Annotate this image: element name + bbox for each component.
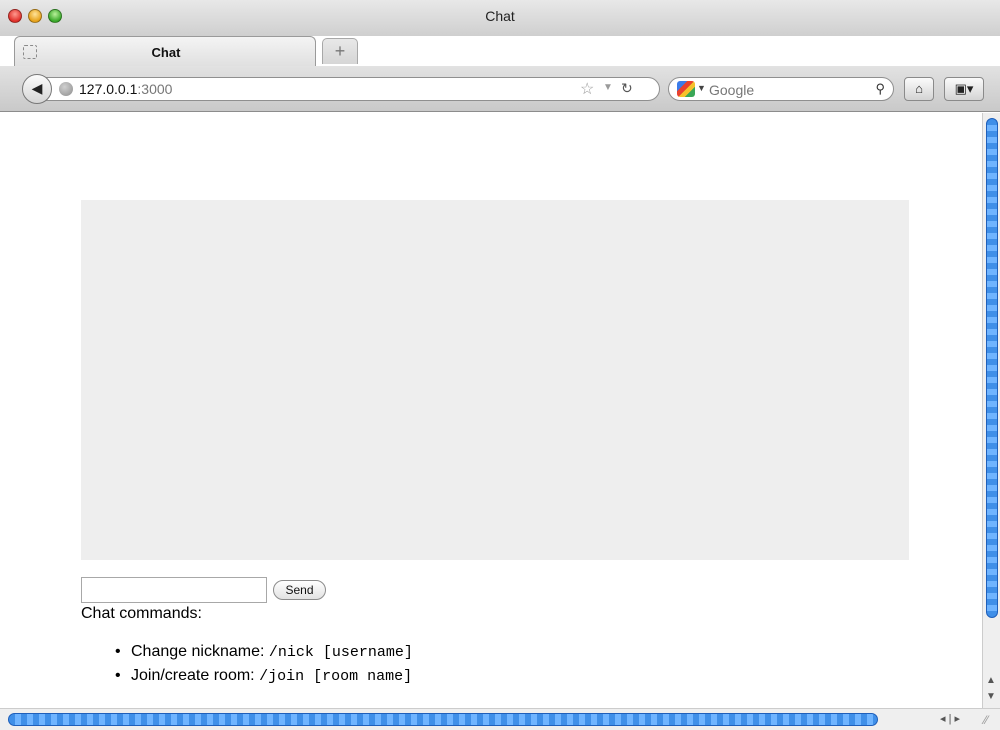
command-code: /nick [username] [268,644,413,661]
window-title: Chat [485,8,515,24]
history-dropdown-icon[interactable]: ▼ [603,82,613,93]
command-code: /join [room name] [259,668,413,685]
bookmarks-button[interactable]: ▣▾ [944,77,984,101]
search-icon[interactable]: ⚲ [875,81,885,97]
vertical-scroll-thumb[interactable] [986,118,998,618]
bookmark-star-icon[interactable]: ☆ [580,79,594,99]
home-button[interactable]: ⌂ [904,77,934,101]
command-item-nick: Change nickname: /nick [username] [115,640,413,664]
search-placeholder: Google [709,82,755,98]
engine-dropdown-icon[interactable]: ▼ [697,83,706,93]
vertical-scrollbar[interactable]: ▲ ▼ [982,113,1000,708]
send-button[interactable]: Send [273,580,326,600]
window-titlebar: Chat [0,0,1000,36]
commands-list: Change nickname: /nick [username] Join/c… [115,640,413,688]
tab-chat[interactable]: Chat [14,36,316,66]
command-item-join: Join/create room: /join [room name] [115,664,413,688]
commands-heading: Chat commands: [81,605,202,622]
messages-panel [81,200,909,560]
horizontal-scroll-thumb[interactable] [8,713,878,726]
search-bar[interactable]: ▼ Google ⚲ [668,77,894,101]
command-label: Join/create room: [131,667,260,684]
command-label: Change nickname: [131,643,269,660]
scroll-down-icon[interactable]: ▼ [986,691,996,702]
page-content: Send Chat commands: Change nickname: /ni… [0,113,982,708]
navigation-toolbar: 127.0.0.1:3000 ☆ ▼ ↻ ◀ ▼ Google ⚲ ⌂ ▣▾ [0,66,1000,112]
resize-grip-icon[interactable]: ⁄⁄ [984,713,988,727]
url-port: :3000 [137,81,173,97]
new-tab-button[interactable]: + [322,38,358,64]
scroll-up-icon[interactable]: ▲ [986,675,996,686]
globe-icon [59,82,73,96]
back-button[interactable]: ◀ [22,74,52,104]
scroll-left-right-icon[interactable]: ◂ | ▸ [940,712,960,725]
address-bar[interactable]: 127.0.0.1:3000 ☆ ▼ ↻ [44,77,660,101]
reload-icon[interactable]: ↻ [621,80,633,97]
message-input[interactable] [81,577,267,603]
url-text[interactable]: 127.0.0.1:3000 [79,81,172,97]
horizontal-scrollbar[interactable]: ◂ | ▸ ⁄⁄ [0,708,1000,730]
url-host: 127.0.0.1 [79,81,138,97]
tab-label: Chat [151,45,181,60]
search-engine-icon[interactable] [677,81,695,97]
